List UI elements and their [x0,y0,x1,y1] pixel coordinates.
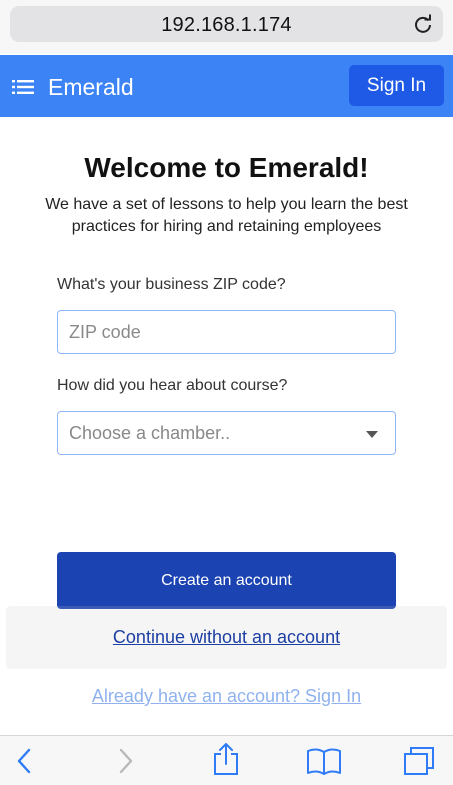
app-header: Emerald Sign In [0,55,453,117]
continue-without-account-link[interactable]: Continue without an account [0,627,453,648]
referral-source-label: How did you hear about course? [57,377,288,394]
sign-in-link[interactable]: Already have an account? Sign In [0,686,453,707]
reload-icon[interactable] [413,14,433,34]
chamber-select[interactable]: Choose a chamber.. [57,411,396,455]
zip-code-label: What's your business ZIP code? [57,276,286,293]
sign-in-button[interactable]: Sign In [349,65,444,106]
browser-address-area: 192.168.1.174 [0,0,453,54]
brand-name: Emerald [48,74,134,100]
url-text: 192.168.1.174 [161,14,292,36]
page-title: Welcome to Emerald! [84,152,369,183]
bookmarks-icon[interactable] [306,746,342,776]
page-subtitle: We have a set of lessons to help you lea… [45,196,408,235]
url-field[interactable]: 192.168.1.174 [10,6,443,42]
tabs-icon[interactable] [403,746,435,776]
share-icon[interactable] [212,742,240,776]
create-account-button[interactable]: Create an account [57,552,396,609]
chamber-select-value: Choose a chamber.. [69,422,231,443]
browser-toolbar [0,735,453,785]
forward-icon[interactable] [116,746,136,776]
back-icon[interactable] [14,746,34,776]
zip-code-input[interactable] [57,310,396,354]
hamburger-menu-icon[interactable] [12,79,34,95]
chevron-down-icon [366,431,378,438]
